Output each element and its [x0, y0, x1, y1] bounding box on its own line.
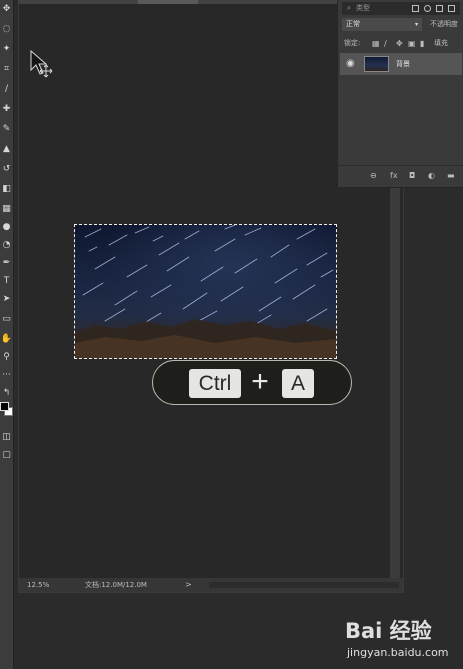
a-key: A	[282, 369, 314, 398]
stamp-tool-icon[interactable]: ▲	[1, 144, 12, 155]
lock-row: 锁定: ▦ ∕ ✥ ▣ ▮ 填充	[342, 37, 460, 50]
mask-icon[interactable]: ◘	[409, 170, 415, 181]
lock-artboard-icon[interactable]: ▣	[408, 37, 416, 50]
pixel-filter-icon[interactable]	[412, 5, 419, 12]
more-tools-icon[interactable]: ···	[1, 370, 12, 381]
brush-tool-icon[interactable]: ✎	[1, 124, 12, 135]
dodge-tool-icon[interactable]: ◔	[1, 240, 12, 251]
lock-pixels-icon[interactable]: ∕	[384, 37, 387, 50]
blur-tool-icon[interactable]: ●	[1, 222, 12, 233]
opacity-label[interactable]: 不透明度	[430, 18, 458, 31]
folder-icon[interactable]: ▬	[447, 170, 455, 181]
baidu-jingyan-watermark: Bai 经验 jingyan.baidu.com	[345, 618, 460, 668]
eyedropper-icon[interactable]: ∕	[1, 84, 12, 95]
zoom-level[interactable]: 12.5%	[27, 578, 49, 592]
lock-position-icon[interactable]: ✥	[396, 37, 403, 50]
type-filter-icon[interactable]	[436, 5, 443, 12]
history-brush-icon[interactable]: ↺	[1, 164, 12, 175]
shape-tool-icon[interactable]: ▭	[1, 314, 12, 325]
foreground-color-swatch[interactable]	[0, 402, 9, 411]
blend-mode-select[interactable]: 正常 ▾	[342, 18, 422, 31]
watermark-brand: Bai 经验	[345, 619, 432, 643]
adjustment-filter-icon[interactable]	[424, 5, 431, 12]
link-icon[interactable]: ⊖	[370, 170, 377, 181]
layers-panel: ⌕ 类型 正常 ▾ 不透明度 锁定: ▦ ∕ ✥ ▣ ▮ 填充 ◉ 背景 ⊖ f…	[337, 0, 463, 188]
chevron-down-icon: ▾	[414, 21, 418, 28]
search-icon: ⌕	[347, 4, 351, 12]
adjustment-icon[interactable]: ◐	[428, 170, 435, 181]
lock-all-icon[interactable]: ▮	[420, 37, 424, 50]
hand-tool-icon[interactable]: ✋	[1, 334, 12, 345]
lock-label: 锁定:	[344, 39, 361, 47]
zoom-tool-icon[interactable]: ⚲	[1, 352, 12, 363]
layers-panel-footer: ⊖ fx ◘ ◐ ▬	[338, 165, 463, 186]
eraser-tool-icon[interactable]: ◧	[1, 184, 12, 195]
blend-mode-value: 正常	[346, 20, 360, 28]
visibility-eye-icon[interactable]: ◉	[346, 58, 355, 70]
swap-colors-icon[interactable]: ↰	[1, 388, 12, 399]
status-bar: 12.5% 文档:12.0M/12.0M >	[19, 578, 403, 592]
lock-transparency-icon[interactable]: ▦	[372, 37, 380, 50]
fill-label[interactable]: 填充	[434, 37, 448, 50]
path-select-icon[interactable]: ➤	[1, 294, 12, 305]
gradient-tool-icon[interactable]: ▦	[1, 204, 12, 215]
lasso-tool-icon[interactable]: ◌	[1, 24, 12, 35]
screen-mode-icon[interactable]: ▢	[1, 450, 12, 461]
layer-thumbnail	[364, 56, 389, 72]
healing-brush-icon[interactable]: ✚	[1, 104, 12, 115]
star-trails-image	[75, 225, 337, 359]
keyboard-shortcut-overlay: Ctrl + A	[152, 360, 352, 405]
status-menu-chevron-icon[interactable]: >	[185, 578, 192, 592]
star-trails-graphic	[75, 225, 337, 359]
fx-icon[interactable]: fx	[390, 170, 398, 181]
document-size-info: 文档:12.0M/12.0M	[85, 581, 147, 589]
crop-tool-icon[interactable]: ⌗	[1, 64, 12, 75]
shape-filter-icon[interactable]	[448, 5, 455, 12]
layer-row[interactable]: ◉ 背景	[340, 53, 462, 75]
quick-mask-icon[interactable]: ◫	[1, 432, 12, 443]
pen-tool-icon[interactable]: ✒	[1, 258, 12, 269]
plus-sign: +	[251, 365, 269, 398]
layer-filter[interactable]: ⌕ 类型	[342, 2, 460, 15]
horizontal-scrollbar[interactable]	[209, 582, 399, 588]
magic-wand-icon[interactable]: ✦	[1, 44, 12, 55]
tools-panel: ✥ ◌ ✦ ⌗ ∕ ✚ ✎ ▲ ↺ ◧ ▦ ● ◔ ✒ T ➤ ▭ ✋ ⚲ ··…	[0, 0, 14, 669]
layer-name: 背景	[396, 60, 410, 68]
watermark-url: jingyan.baidu.com	[347, 646, 449, 659]
ctrl-key: Ctrl	[189, 369, 241, 398]
move-tool-icon[interactable]: ✥	[1, 4, 12, 15]
mouse-cursor-icon	[30, 50, 53, 78]
type-tool-icon[interactable]: T	[1, 276, 12, 287]
filter-type-label: 类型	[356, 4, 370, 12]
